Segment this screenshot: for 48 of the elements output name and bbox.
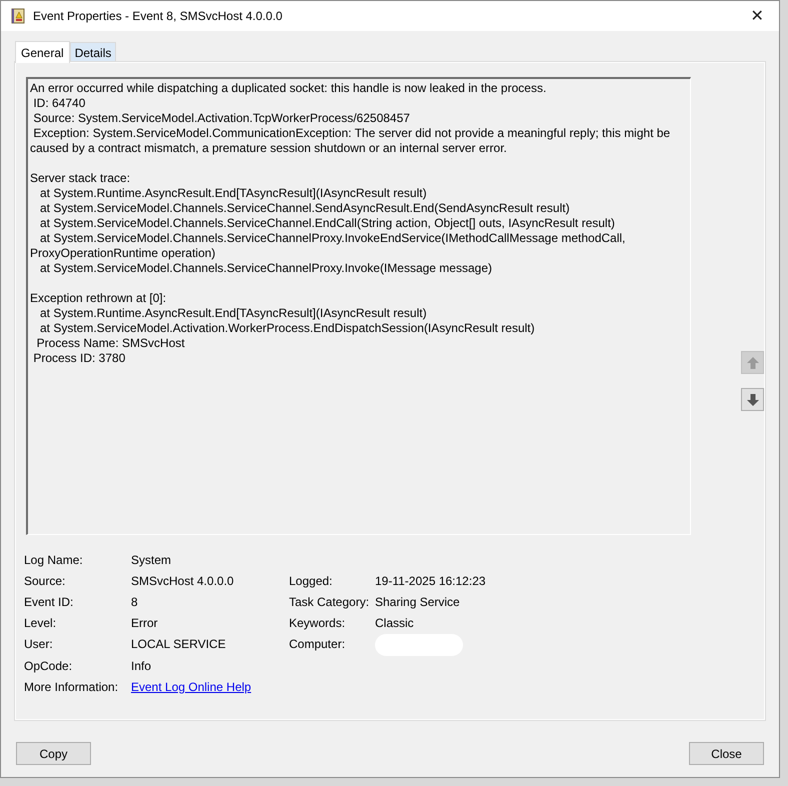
- description-line: Process Name: SMSvcHost: [36, 336, 186, 351]
- description-line: ID: 64740: [32, 96, 86, 111]
- property-value: 19-11-2025 16:12:23: [375, 573, 487, 590]
- property-label: Task Category:: [289, 594, 370, 611]
- description-line: Process ID: 3780: [32, 351, 126, 366]
- property-label: User:: [24, 636, 54, 653]
- property-label: Event ID:: [24, 594, 74, 611]
- next-event-button[interactable]: [741, 388, 764, 411]
- property-value: System: [131, 552, 172, 569]
- window-title: Event Properties - Event 8, SMSvcHost 4.0.0.0: [33, 9, 284, 23]
- description-line: at System.ServiceModel.Channels.ServiceChannel.SendAsyncResult.End(SendAsyncResult result): [39, 201, 571, 216]
- close-dialog-button[interactable]: Close: [689, 742, 764, 765]
- property-label: Level:: [24, 615, 58, 632]
- description-line: at System.Runtime.AsyncResult.End[TAsyncResult](IAsyncResult result): [39, 306, 428, 321]
- property-label: Computer:: [289, 636, 346, 653]
- description-line: ProxyOperationRuntime operation): [30, 246, 216, 261]
- description-line: at System.ServiceModel.Activation.WorkerProcess.EndDispatchSession(IAsyncResult result): [39, 321, 536, 336]
- description-line: at System.ServiceModel.Channels.ServiceChannel.EndCall(String action, Object[] outs, IAsyncResult result): [39, 216, 616, 231]
- property-label: Keywords:: [289, 615, 346, 632]
- down-arrow-icon: [746, 394, 758, 406]
- help-link[interactable]: Event Log Online Help: [131, 677, 289, 698]
- description-line: Source: System.ServiceModel.Activation.TcpWorkerProcess/62508457: [32, 111, 411, 126]
- up-arrow-icon: [746, 356, 758, 368]
- close-button[interactable]: ✕: [735, 1, 779, 31]
- property-value: SMSvcHost 4.0.0.0: [131, 573, 235, 590]
- property-value: Error: [131, 615, 159, 632]
- description-line: caused by a contract mismatch, a premature session shutdown or an internal server error.: [30, 141, 508, 156]
- property-label: Source:: [24, 573, 66, 590]
- description-line: at System.Runtime.AsyncResult.End[TAsyncResult](IAsyncResult result): [39, 186, 428, 201]
- property-value: Info: [131, 658, 152, 675]
- property-label: More Information:: [24, 679, 120, 696]
- tab[interactable]: General: [15, 41, 70, 63]
- property-value: Sharing Service: [375, 594, 461, 611]
- property-label: OpCode:: [24, 658, 74, 675]
- property-value: 8: [131, 594, 139, 611]
- event-log-icon: [11, 8, 25, 24]
- copy-button[interactable]: Copy: [16, 742, 91, 765]
- description-line: at System.ServiceModel.Channels.ServiceChannelProxy.InvokeEndService(IMethodCallMessage methodCall,: [39, 231, 626, 246]
- property-label: Log Name:: [24, 552, 84, 569]
- description-line: Server stack trace:: [30, 171, 132, 186]
- description-line: An error occurred while dispatching a duplicated socket: this handle is now leaked in the process.: [30, 81, 548, 96]
- description-line: Exception: System.ServiceModel.CommunicationException: The server did not provide a meaningful reply; this might be: [32, 126, 672, 141]
- property-value: Classic: [375, 615, 415, 632]
- property-label: Logged:: [289, 573, 334, 590]
- tab[interactable]: Details: [70, 42, 116, 62]
- property-value: LOCAL SERVICE: [131, 636, 227, 653]
- description-line: Exception rethrown at [0]:: [30, 291, 168, 306]
- description-line: at System.ServiceModel.Channels.ServiceChannelProxy.Invoke(IMessage message): [39, 261, 493, 276]
